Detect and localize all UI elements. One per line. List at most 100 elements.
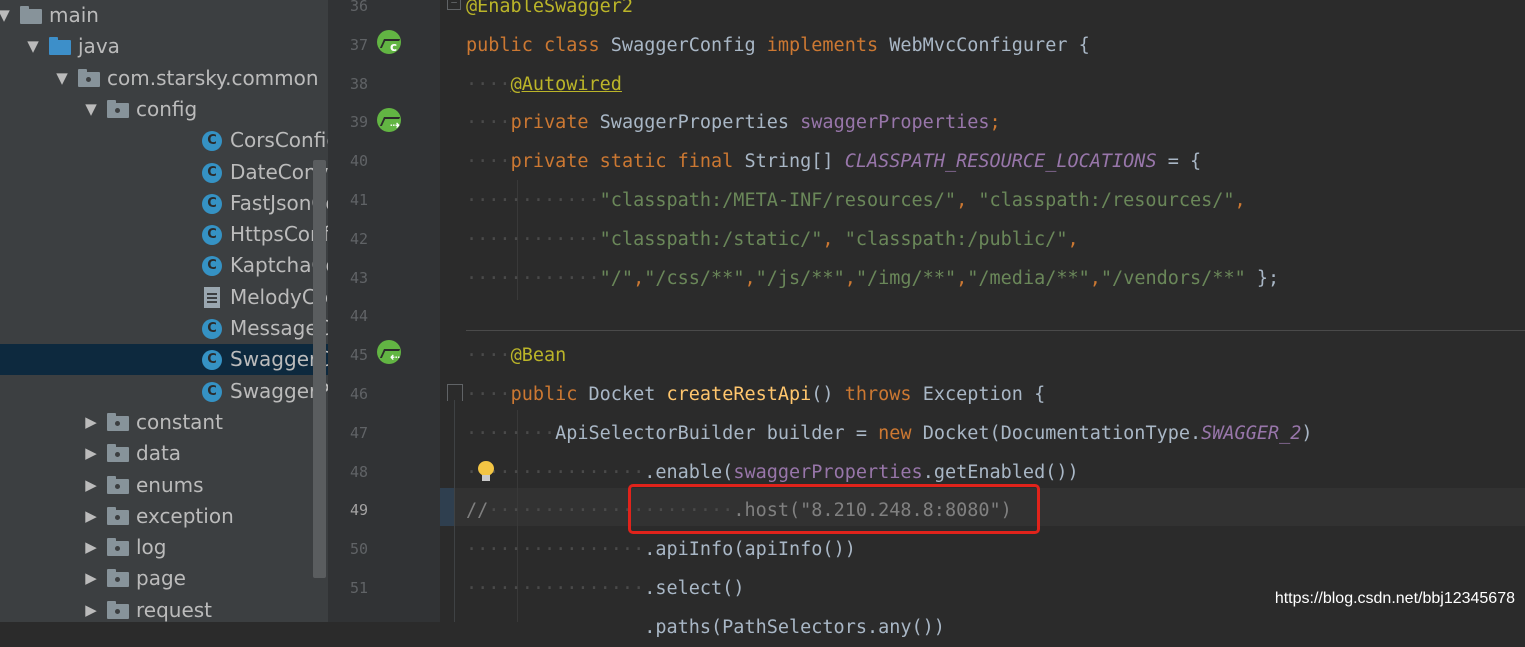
fold-guide xyxy=(454,400,455,622)
line-number: 50 xyxy=(349,540,368,559)
chevron-right-icon[interactable]: ▶ xyxy=(82,407,100,438)
package-icon xyxy=(78,68,100,87)
fold-method-icon[interactable] xyxy=(447,384,463,401)
code-token: ApiSelectorBuilder builder = xyxy=(555,422,879,444)
tree-item[interactable]: CDateConverter xyxy=(0,157,328,188)
code-token: Docket(DocumentationType. xyxy=(922,422,1202,444)
line-number: 48 xyxy=(349,462,368,481)
code-token: swaggerProperties xyxy=(800,112,990,134)
code-token: "/" xyxy=(599,267,634,289)
fold-collapse-icon[interactable]: − xyxy=(447,0,461,10)
code-token: // xyxy=(466,500,489,522)
code-line: @EnableSwagger2 xyxy=(466,0,633,26)
code-token: , xyxy=(956,190,979,211)
tree-item-label: constant xyxy=(136,409,223,434)
tree-item[interactable]: CSwaggerConfig xyxy=(0,344,328,376)
class-icon: C xyxy=(202,350,222,371)
tree-item[interactable]: CSwaggerProperties xyxy=(0,376,328,407)
code-token: , xyxy=(844,267,856,289)
code-token: "/js/**" xyxy=(755,267,845,289)
class-icon: C xyxy=(202,193,222,214)
code-token: "classpath:/META-INF/resources/" xyxy=(599,190,957,211)
watermark: https://blog.csdn.net/bbj12345678 xyxy=(1274,590,1515,607)
package-icon xyxy=(107,99,129,118)
code-line: ················.select() xyxy=(466,569,744,608)
spring-bean-icon[interactable]: ⇠ xyxy=(377,340,401,364)
tree-item[interactable]: ▼ java xyxy=(0,31,328,62)
method-separator xyxy=(466,330,1525,331)
tree-item[interactable]: ▼ com.starsky.common xyxy=(0,63,328,94)
tree-item[interactable]: C CorsConfig xyxy=(0,125,328,156)
code-token: ········ xyxy=(466,422,556,444)
class-icon: C xyxy=(202,225,222,246)
spring-bean-icon[interactable]: ⇢ xyxy=(377,108,401,132)
code-token: ················ xyxy=(466,578,645,599)
code-token: "classpath:/resources/" xyxy=(978,190,1235,211)
chevron-right-icon[interactable]: ▶ xyxy=(82,532,100,563)
code-token: "/media/**" xyxy=(967,267,1090,289)
line-number: 51 xyxy=(349,579,368,597)
chevron-down-icon[interactable]: ▼ xyxy=(0,0,13,31)
code-line: ················.apiInfo(apiInfo()) xyxy=(466,530,856,569)
class-icon: C xyxy=(202,162,222,183)
code-token: , xyxy=(1067,228,1079,250)
code-line: ········ApiSelectorBuilder builder = new… xyxy=(466,414,1313,453)
tree-item[interactable]: ▶ request xyxy=(0,595,328,622)
chevron-down-icon[interactable]: ▼ xyxy=(53,63,71,94)
code-line: ····private static final String[] CLASSP… xyxy=(466,142,1201,181)
folder-icon xyxy=(49,37,71,56)
code-token: swaggerProperties xyxy=(733,461,923,483)
class-icon: C xyxy=(202,381,222,402)
changed-line-marker xyxy=(440,488,454,526)
code-token: public class xyxy=(466,34,611,56)
chevron-right-icon[interactable]: ▶ xyxy=(82,563,100,594)
tree-item-label: main xyxy=(49,3,99,27)
chevron-right-icon[interactable]: ▶ xyxy=(82,501,100,532)
tree-item-label: com.starsky.common xyxy=(107,65,319,90)
tree-item[interactable]: ▶ enums xyxy=(0,470,328,501)
code-token: "/img/**" xyxy=(855,267,957,289)
tree-item[interactable]: ▶ exception xyxy=(0,501,328,532)
tree-item[interactable]: CKaptchaConfig xyxy=(0,250,328,281)
chevron-down-icon[interactable]: ▼ xyxy=(82,94,100,125)
package-icon xyxy=(107,444,129,463)
lightbulb-icon[interactable] xyxy=(476,461,496,483)
code-token: ···· xyxy=(466,73,511,95)
code-line: public class SwaggerConfig implements We… xyxy=(466,26,1090,65)
chevron-right-icon[interactable]: ▶ xyxy=(82,438,100,469)
code-token: private static final xyxy=(510,151,745,173)
tree-item[interactable]: ▼ main xyxy=(0,0,328,31)
tree-item[interactable]: ▶ data xyxy=(0,438,328,469)
tree-item[interactable]: CMessageConvertCon xyxy=(0,313,328,344)
tree-item[interactable]: ▶ constant xyxy=(0,407,328,438)
tree-item[interactable]: ▶ page xyxy=(0,563,328,594)
tree-item[interactable]: ▶ log xyxy=(0,532,328,563)
chevron-right-icon[interactable]: ▶ xyxy=(82,595,100,622)
tree-item-label: page xyxy=(136,566,186,591)
code-line: ····@Bean xyxy=(466,336,566,375)
tree-item[interactable]: ▼ config xyxy=(0,94,328,125)
scrollbar[interactable] xyxy=(313,160,326,578)
code-token: new xyxy=(878,422,923,444)
chevron-down-icon[interactable]: ▼ xyxy=(24,31,42,62)
code-token: ············ xyxy=(466,228,600,250)
package-icon xyxy=(107,506,129,525)
code-token: WebMvcConfigurer { xyxy=(889,34,1090,56)
tree-item[interactable]: CFastJsonConfig xyxy=(0,188,328,219)
code-token: throws xyxy=(844,384,923,405)
code-token: private xyxy=(510,112,600,134)
spring-bean-icon[interactable]: c xyxy=(377,30,401,54)
tree-item[interactable]: CHttpsConfig xyxy=(0,219,328,250)
code-token: "classpath:/public/" xyxy=(844,228,1068,250)
code-token: = { xyxy=(1156,151,1202,173)
code-token: createRestApi xyxy=(666,384,812,405)
line-number: 46 xyxy=(349,385,368,403)
code-line: ············"/","/css/**","/js/**","/img… xyxy=(466,259,1279,298)
code-line: ····@Autowired xyxy=(466,65,622,104)
code-token: "/css/**" xyxy=(644,267,745,289)
code-token: ···· xyxy=(466,151,511,173)
code-token: , xyxy=(1089,267,1101,289)
tree-item-label: config xyxy=(136,96,198,121)
tree-item[interactable]: MelodyConfig.java xyxy=(0,282,328,313)
chevron-right-icon[interactable]: ▶ xyxy=(82,470,100,501)
